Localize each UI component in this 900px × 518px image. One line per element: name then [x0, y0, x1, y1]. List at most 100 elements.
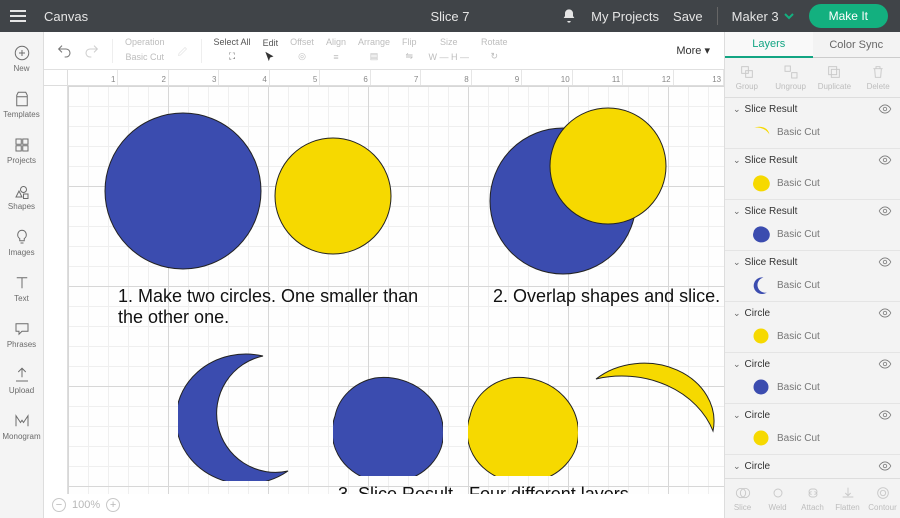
layer-header[interactable]: ⌄ Slice Result: [725, 98, 900, 120]
action-attach[interactable]: Attach: [797, 485, 829, 512]
visibility-toggle[interactable]: [878, 102, 892, 116]
layer-sub[interactable]: Basic Cut: [725, 375, 900, 403]
layer-list[interactable]: ⌄ Slice Result Basic Cut ⌄ Slice Result …: [725, 98, 900, 478]
visibility-toggle[interactable]: [878, 204, 892, 218]
caption-2: 2. Overlap shapes and slice.: [493, 286, 723, 307]
tb-size[interactable]: SizeW — H —: [429, 37, 470, 65]
layer-row[interactable]: ⌄ Circle Basic Cut: [725, 353, 900, 404]
tab-color-sync[interactable]: Color Sync: [813, 32, 900, 58]
tb-rotate[interactable]: Rotate↻: [481, 37, 508, 65]
visibility-toggle[interactable]: [878, 408, 892, 422]
action-delete[interactable]: Delete: [859, 64, 897, 91]
layer-sub[interactable]: Basic Cut: [725, 324, 900, 352]
layer-cut-type: Basic Cut: [777, 229, 820, 240]
layer-header[interactable]: ⌄ Circle: [725, 302, 900, 324]
separator: [717, 7, 718, 25]
action-flatten[interactable]: Flatten: [832, 485, 864, 512]
visibility-toggle[interactable]: [878, 255, 892, 269]
rail-new[interactable]: New: [0, 36, 44, 80]
layer-header[interactable]: ⌄ Slice Result: [725, 251, 900, 273]
layer-header[interactable]: ⌄ Circle: [725, 404, 900, 426]
shape-overlap-yellow[interactable]: [548, 106, 668, 226]
my-projects-link[interactable]: My Projects: [591, 9, 659, 24]
machine-selector[interactable]: Maker 3: [732, 9, 795, 24]
layer-name: Circle: [745, 308, 771, 319]
document-title[interactable]: Slice 7: [430, 9, 469, 24]
action-contour[interactable]: Contour: [867, 485, 899, 512]
zoom-value: 100%: [72, 499, 100, 511]
tb-arrange[interactable]: Arrange▤: [358, 37, 390, 65]
chevron-down-icon: ⌄: [733, 359, 741, 370]
canvas[interactable]: 1. Make two circles. One smaller than th…: [68, 86, 724, 494]
tb-edit[interactable]: Edit: [263, 38, 279, 64]
save-link[interactable]: Save: [673, 9, 703, 24]
tb-flip[interactable]: Flip⇋: [402, 37, 417, 65]
rail-shapes[interactable]: Shapes: [0, 174, 44, 218]
shape-egg-yellow[interactable]: [468, 376, 578, 476]
layer-sub[interactable]: Basic Cut: [725, 222, 900, 250]
zoom-in-icon[interactable]: +: [106, 498, 120, 512]
ruler-tick: 10: [522, 70, 572, 85]
bell-icon[interactable]: [561, 8, 577, 24]
rail-projects[interactable]: Projects: [0, 128, 44, 172]
menu-button[interactable]: [0, 0, 36, 32]
tb-select-all[interactable]: Select All⛶: [214, 37, 251, 65]
visibility-toggle[interactable]: [878, 153, 892, 167]
action-slice[interactable]: Slice: [727, 485, 759, 512]
layer-sub[interactable]: Basic Cut: [725, 171, 900, 199]
rail-upload[interactable]: Upload: [0, 358, 44, 402]
tb-more[interactable]: More ▾: [676, 44, 710, 57]
layer-row[interactable]: ⌄ Circle Blank Canvas: [725, 455, 900, 478]
rail-monogram[interactable]: Monogram: [0, 404, 44, 448]
layer-row[interactable]: ⌄ Circle Basic Cut: [725, 302, 900, 353]
layer-row[interactable]: ⌄ Slice Result Basic Cut: [725, 200, 900, 251]
visibility-toggle[interactable]: [878, 459, 892, 473]
action-ungroup[interactable]: Ungroup: [772, 64, 810, 91]
layer-row[interactable]: ⌄ Slice Result Basic Cut: [725, 251, 900, 302]
templates-icon: [13, 90, 31, 108]
shape-moon-blue[interactable]: [178, 351, 318, 481]
tb-align[interactable]: Align≡: [326, 37, 346, 65]
layer-sub[interactable]: Basic Cut: [725, 273, 900, 301]
tab-layers[interactable]: Layers: [725, 32, 813, 58]
action-duplicate[interactable]: Duplicate: [815, 64, 853, 91]
action-group[interactable]: Group: [728, 64, 766, 91]
rail-templates[interactable]: Templates: [0, 82, 44, 126]
visibility-toggle[interactable]: [878, 357, 892, 371]
layer-name: Circle: [745, 359, 771, 370]
layer-header[interactable]: ⌄ Circle: [725, 455, 900, 477]
layer-row[interactable]: ⌄ Circle Basic Cut: [725, 404, 900, 455]
visibility-toggle[interactable]: [878, 306, 892, 320]
layer-row[interactable]: ⌄ Slice Result Basic Cut: [725, 149, 900, 200]
tb-operation[interactable]: OperationBasic Cut: [125, 37, 165, 65]
layer-header[interactable]: ⌄ Slice Result: [725, 200, 900, 222]
layer-sub[interactable]: Basic Cut: [725, 120, 900, 148]
flatten-icon: [840, 485, 856, 501]
shape-small-yellow-circle[interactable]: [273, 136, 393, 256]
redo-icon[interactable]: [84, 43, 100, 59]
undo-icon[interactable]: [56, 43, 72, 59]
shape-egg-blue[interactable]: [333, 376, 443, 476]
canvas-column: OperationBasic Cut Select All⛶ Edit Offs…: [44, 32, 724, 518]
group-icon: [739, 64, 755, 80]
chevron-down-icon: ⌄: [733, 461, 741, 472]
shape-crescent-yellow[interactable]: [588, 361, 718, 471]
rail-text[interactable]: Text: [0, 266, 44, 310]
zoom-out-icon[interactable]: −: [52, 498, 66, 512]
layer-header[interactable]: ⌄ Circle: [725, 353, 900, 375]
pen-icon[interactable]: [177, 45, 189, 57]
zoom-control[interactable]: − 100% +: [52, 496, 120, 514]
bottom-actions: Slice Weld Attach Flatten Contour: [725, 478, 900, 518]
chevron-down-icon: ⌄: [733, 206, 741, 217]
rail-phrases[interactable]: Phrases: [0, 312, 44, 356]
layer-cut-type: Basic Cut: [777, 331, 820, 342]
tb-offset[interactable]: Offset◎: [290, 37, 314, 65]
action-weld[interactable]: Weld: [762, 485, 794, 512]
layer-row[interactable]: ⌄ Slice Result Basic Cut: [725, 98, 900, 149]
make-it-button[interactable]: Make It: [809, 4, 888, 28]
rail-images[interactable]: Images: [0, 220, 44, 264]
layer-sub[interactable]: Basic Cut: [725, 426, 900, 454]
app-title: Canvas: [36, 9, 88, 24]
shape-big-blue-circle[interactable]: [103, 111, 263, 271]
layer-header[interactable]: ⌄ Slice Result: [725, 149, 900, 171]
